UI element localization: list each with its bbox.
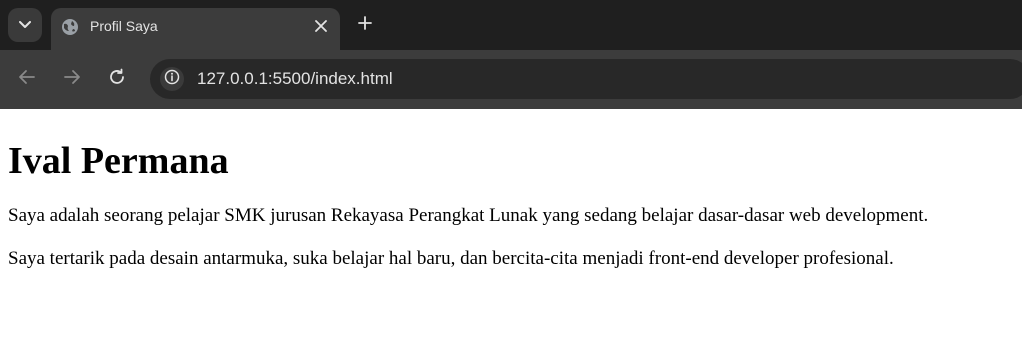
info-icon: [164, 69, 180, 90]
page-content: Ival Permana Saya adalah seorang pelajar…: [0, 137, 1022, 271]
tab-strip: Profil Saya: [0, 0, 1022, 50]
page-title: Ival Permana: [8, 140, 229, 182]
chevron-down-icon: [19, 16, 31, 34]
new-tab-button[interactable]: [354, 14, 376, 36]
browser-toolbar: 127.0.0.1:5500/index.html: [0, 50, 1022, 109]
url-text[interactable]: 127.0.0.1:5500/index.html: [197, 68, 393, 90]
reload-icon: [108, 68, 126, 91]
paragraph-intro: Saya adalah seorang pelajar SMK jurusan …: [8, 205, 929, 226]
arrow-right-icon: [63, 69, 81, 90]
address-bar[interactable]: 127.0.0.1:5500/index.html: [150, 59, 1022, 99]
tab-profil-saya[interactable]: Profil Saya: [51, 8, 340, 50]
site-info-button[interactable]: [160, 67, 184, 91]
forward-button[interactable]: [61, 68, 83, 90]
paragraph-interests: Saya tertarik pada desain antarmuka, suk…: [8, 248, 894, 269]
back-button[interactable]: [16, 68, 38, 90]
arrow-left-icon: [18, 69, 36, 90]
reload-button[interactable]: [106, 68, 128, 90]
globe-icon: [61, 18, 79, 36]
tab-title: Profil Saya: [90, 18, 158, 34]
close-icon[interactable]: [312, 17, 330, 35]
plus-icon: [358, 15, 372, 35]
tab-search-button[interactable]: [8, 8, 42, 42]
